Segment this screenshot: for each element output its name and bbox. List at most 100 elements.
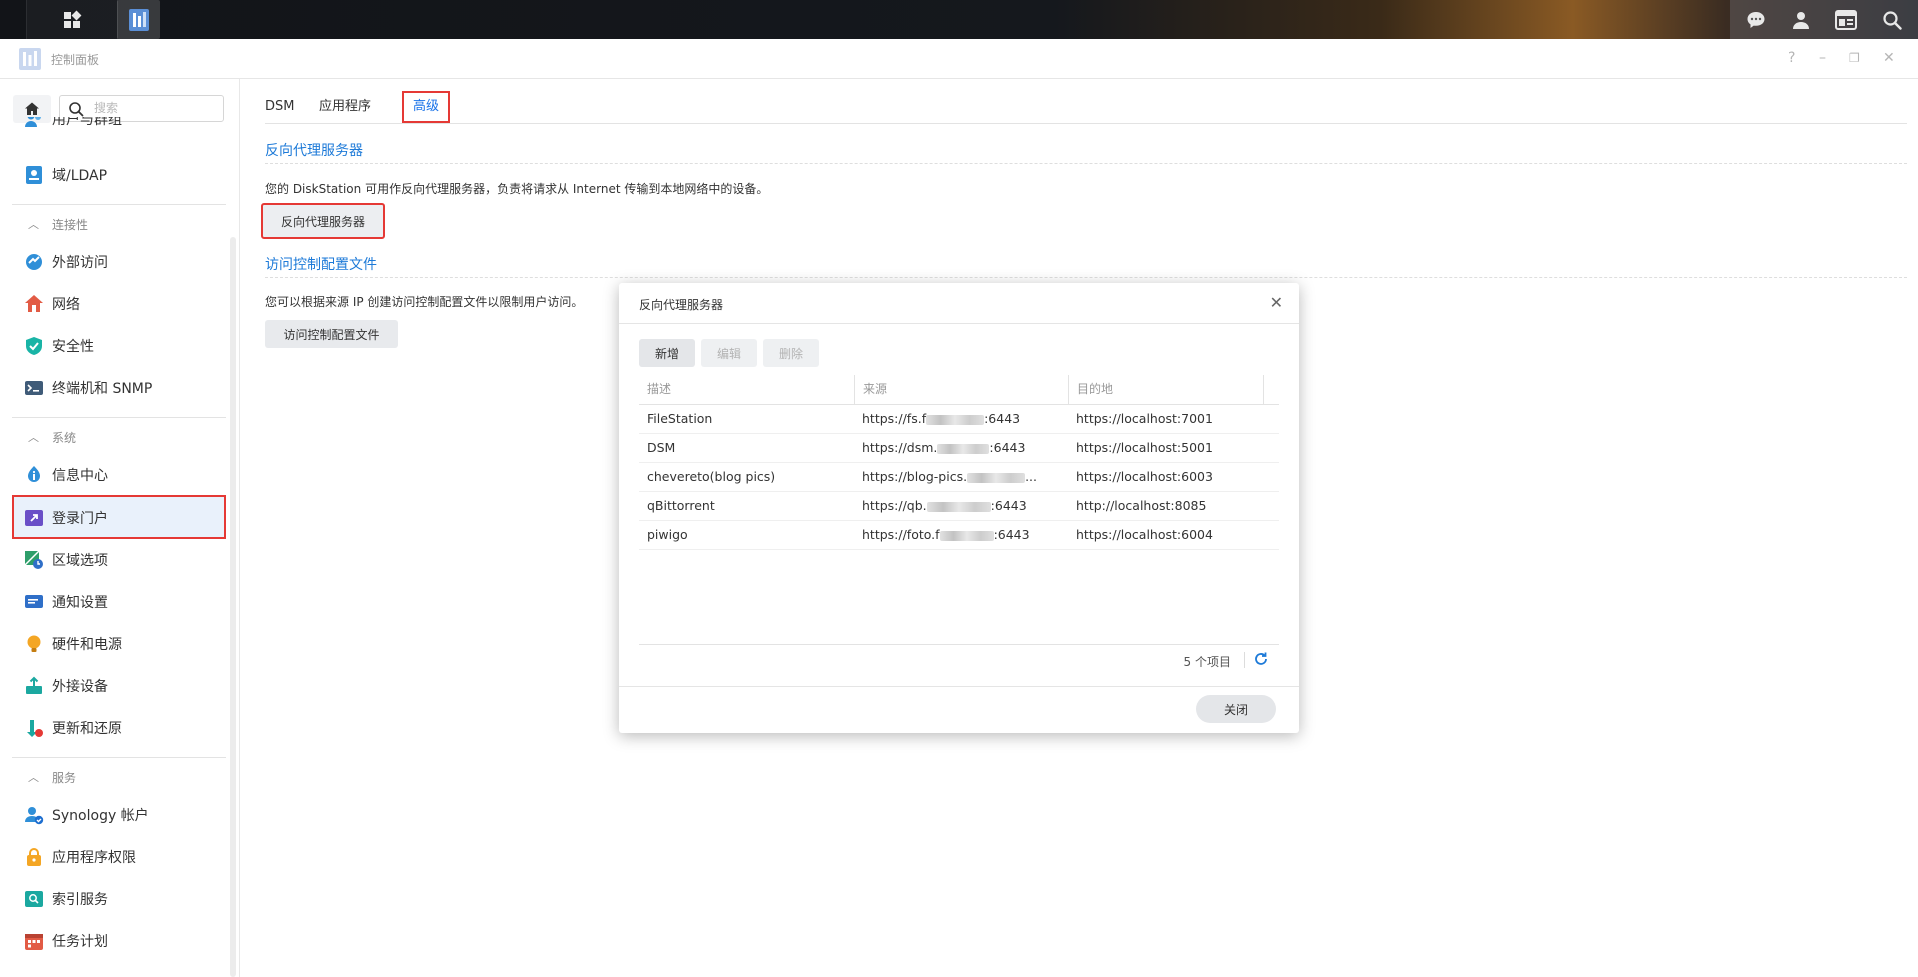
sidebar-divider xyxy=(12,757,226,758)
tab-applications[interactable]: 应用程序 xyxy=(319,91,371,123)
sidebar-item-regional-options[interactable]: 区域选项 xyxy=(12,539,226,579)
sidebar-item-synology-account[interactable]: Synology 帐户 xyxy=(12,794,226,834)
sidebar-item-login-portal[interactable]: 登录门户 xyxy=(12,495,226,539)
sidebar-item-label: Synology 帐户 xyxy=(52,808,149,824)
section-services[interactable]: ︿ 服务 xyxy=(12,762,226,790)
dialog-header: 反向代理服务器 ✕ xyxy=(619,283,1299,324)
sidebar-item-label: 任务计划 xyxy=(52,934,108,950)
sidebar-item-label: 更新和还原 xyxy=(52,721,122,737)
sidebar-item-label: 用户与群组 xyxy=(52,117,122,128)
sidebar-item-app-privileges[interactable]: 应用程序权限 xyxy=(12,836,226,876)
external-devices-icon xyxy=(26,676,42,694)
info-center-icon xyxy=(28,466,40,482)
redacted-blur xyxy=(937,443,990,454)
section-system[interactable]: ︿ 系统 xyxy=(12,422,226,450)
search-input[interactable] xyxy=(92,100,216,116)
cell-destination: https://localhost:7001 xyxy=(1076,411,1213,426)
control-panel-logo-icon xyxy=(19,48,41,70)
restore-button[interactable]: ❐ xyxy=(1849,51,1860,65)
sidebar-scrollbar[interactable] xyxy=(230,237,236,977)
refresh-icon[interactable] xyxy=(1253,651,1269,667)
column-header-destination[interactable]: 目的地 xyxy=(1068,375,1263,404)
close-icon[interactable]: ✕ xyxy=(1270,293,1283,312)
widgets-icon[interactable] xyxy=(1835,9,1858,30)
reverse-proxy-button[interactable]: 反向代理服务器 xyxy=(261,203,385,239)
sidebar-item-info-center[interactable]: 信息中心 xyxy=(12,454,226,494)
chevron-up-icon: ︿ xyxy=(28,218,39,231)
minimize-button[interactable]: – xyxy=(1819,50,1826,66)
sidebar-item-task-scheduler[interactable]: 任务计划 xyxy=(12,920,226,960)
sidebar-item-notification[interactable]: 通知设置 xyxy=(12,581,226,621)
close-window-button[interactable]: ✕ xyxy=(1883,50,1895,66)
desktop-taskbar xyxy=(0,0,1918,39)
domain-ldap-icon xyxy=(26,166,42,184)
sidebar-item-external-devices[interactable]: 外接设备 xyxy=(12,665,226,705)
dialog-footer-divider xyxy=(619,686,1299,687)
sidebar-item-domain-ldap[interactable]: 域/LDAP xyxy=(12,154,226,194)
tab-advanced[interactable]: 高级 xyxy=(402,91,451,123)
sidebar-item-network[interactable]: 网络 xyxy=(12,283,226,323)
section-divider xyxy=(265,277,1907,278)
access-control-button[interactable]: 访问控制配置文件 xyxy=(265,320,398,348)
sidebar-item-users[interactable]: 用户与群组 xyxy=(12,117,226,139)
table-row[interactable]: piwigo https://foto.f:6443 https://local… xyxy=(639,520,1279,550)
sidebar-item-hardware-power[interactable]: 硬件和电源 xyxy=(12,623,226,663)
help-button[interactable]: ? xyxy=(1788,50,1795,66)
access-control-description: 您可以根据来源 IP 创建访问控制配置文件以限制用户访问。 xyxy=(265,295,584,309)
sidebar-item-label: 域/LDAP xyxy=(52,168,108,184)
external-access-icon xyxy=(26,254,42,270)
cell-destination: https://localhost:6003 xyxy=(1076,469,1213,484)
column-header-spacer xyxy=(1263,375,1279,404)
search-icon[interactable] xyxy=(1882,10,1902,30)
sidebar-item-label: 终端机和 SNMP xyxy=(52,381,153,397)
section-label: 系统 xyxy=(52,431,77,445)
sidebar-item-label: 外接设备 xyxy=(52,679,108,695)
reverse-proxy-description: 您的 DiskStation 可用作反向代理服务器，负责将请求从 Interne… xyxy=(265,182,769,196)
indexing-service-icon xyxy=(25,891,43,907)
chat-icon[interactable] xyxy=(1746,10,1766,30)
sidebar-item-label: 外部访问 xyxy=(52,255,108,271)
sidebar-item-security[interactable]: 安全性 xyxy=(12,325,226,365)
cell-description: piwigo xyxy=(647,527,688,542)
notification-icon xyxy=(25,595,43,608)
sidebar-item-label: 区域选项 xyxy=(52,553,108,569)
cell-description: DSM xyxy=(647,440,676,455)
sidebar-item-label: 索引服务 xyxy=(52,892,108,908)
close-button[interactable]: 关闭 xyxy=(1196,695,1276,723)
sidebar-item-terminal[interactable]: 终端机和 SNMP xyxy=(12,367,226,407)
hardware-power-icon xyxy=(27,635,41,652)
cell-source: https://fs.f:6443 xyxy=(862,411,1021,426)
section-connectivity[interactable]: ︿ 连接性 xyxy=(12,209,226,237)
sidebar-item-label: 硬件和电源 xyxy=(52,637,122,653)
security-shield-icon xyxy=(26,337,42,355)
sidebar-item-indexing-service[interactable]: 索引服务 xyxy=(12,878,226,918)
column-header-source[interactable]: 来源 xyxy=(854,375,1068,404)
redacted-blur xyxy=(926,414,985,425)
user-icon[interactable] xyxy=(1791,10,1811,30)
column-header-description[interactable]: 描述 xyxy=(639,375,854,404)
delete-button[interactable]: 删除 xyxy=(763,339,819,367)
table-row[interactable]: qBittorrent https://qb.:6443 http://loca… xyxy=(639,491,1279,521)
cell-description: qBittorrent xyxy=(647,498,715,513)
edit-button[interactable]: 编辑 xyxy=(701,339,757,367)
add-button[interactable]: 新增 xyxy=(639,339,695,367)
sidebar-item-label: 应用程序权限 xyxy=(52,850,136,866)
home-icon xyxy=(25,102,39,115)
cell-destination: http://localhost:8085 xyxy=(1076,498,1207,513)
sidebar-item-update-restore[interactable]: 更新和还原 xyxy=(12,707,226,747)
table-row[interactable]: DSM https://dsm.:6443 https://localhost:… xyxy=(639,433,1279,463)
taskbar-tray xyxy=(1730,0,1918,39)
taskbar-control-panel[interactable] xyxy=(117,0,160,39)
terminal-icon xyxy=(25,381,43,395)
main-menu-button[interactable] xyxy=(26,0,118,39)
sidebar-item-external-access[interactable]: 外部访问 xyxy=(12,241,226,281)
window-titlebar: 控制面板 ? – ❐ ✕ xyxy=(0,39,1918,79)
redacted-blur xyxy=(939,530,994,541)
item-count: 5 个项目 xyxy=(1183,655,1231,669)
cell-source: https://qb.:6443 xyxy=(862,498,1027,513)
table-row[interactable]: chevereto(blog pics) https://blog-pics..… xyxy=(639,462,1279,492)
tab-dsm[interactable]: DSM xyxy=(265,91,294,123)
table-row[interactable]: FileStation https://fs.f:6443 https://lo… xyxy=(639,404,1279,434)
cell-source: https://blog-pics.... xyxy=(862,469,1037,484)
sidebar-item-label: 信息中心 xyxy=(52,468,108,484)
